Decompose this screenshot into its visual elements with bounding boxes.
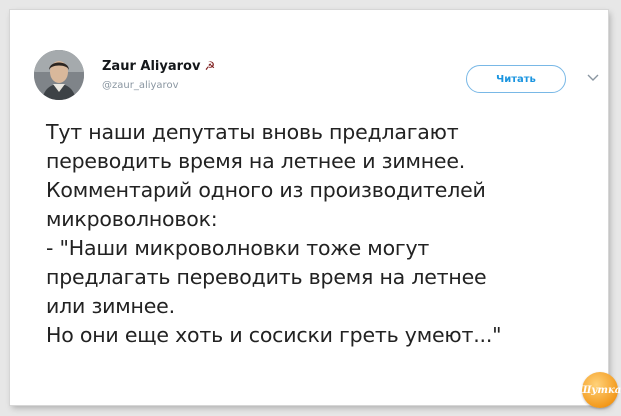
avatar-photo xyxy=(34,50,84,100)
author-name-text: Zaur Aliyarov xyxy=(102,59,201,74)
follow-button[interactable]: Читать xyxy=(466,65,566,93)
chevron-down-icon[interactable] xyxy=(586,70,600,84)
tweet-line: Тут наши депутаты вновь предлагают xyxy=(46,120,459,144)
author-name[interactable]: Zaur Aliyarov ☭ xyxy=(102,59,215,74)
tweet-line: Но они еще хоть и сосиски греть умеют...… xyxy=(46,323,502,347)
author-handle[interactable]: @zaur_aliyarov xyxy=(102,80,178,91)
tweet-line: переводить время на летнее и зимнее. xyxy=(46,149,466,173)
tweet-line: предлагать переводить время на летнее xyxy=(46,265,487,289)
avatar[interactable] xyxy=(34,50,84,100)
hammer-sickle-icon: ☭ xyxy=(204,59,216,73)
tweet-line: или зимнее. xyxy=(46,294,175,318)
tweet-line: Комментарий одного из производителей xyxy=(46,178,486,202)
tweet-text: Тут наши депутаты вновь предлагают перев… xyxy=(46,118,586,350)
tweet-line: - "Наши микроволновки тоже могут xyxy=(46,236,430,260)
tweet-line: микроволновок: xyxy=(46,207,218,231)
watermark-logo: Шутка xyxy=(579,372,621,408)
tweet-card: Zaur Aliyarov ☭ @zaur_aliyarov Читать Тут… xyxy=(10,10,621,408)
